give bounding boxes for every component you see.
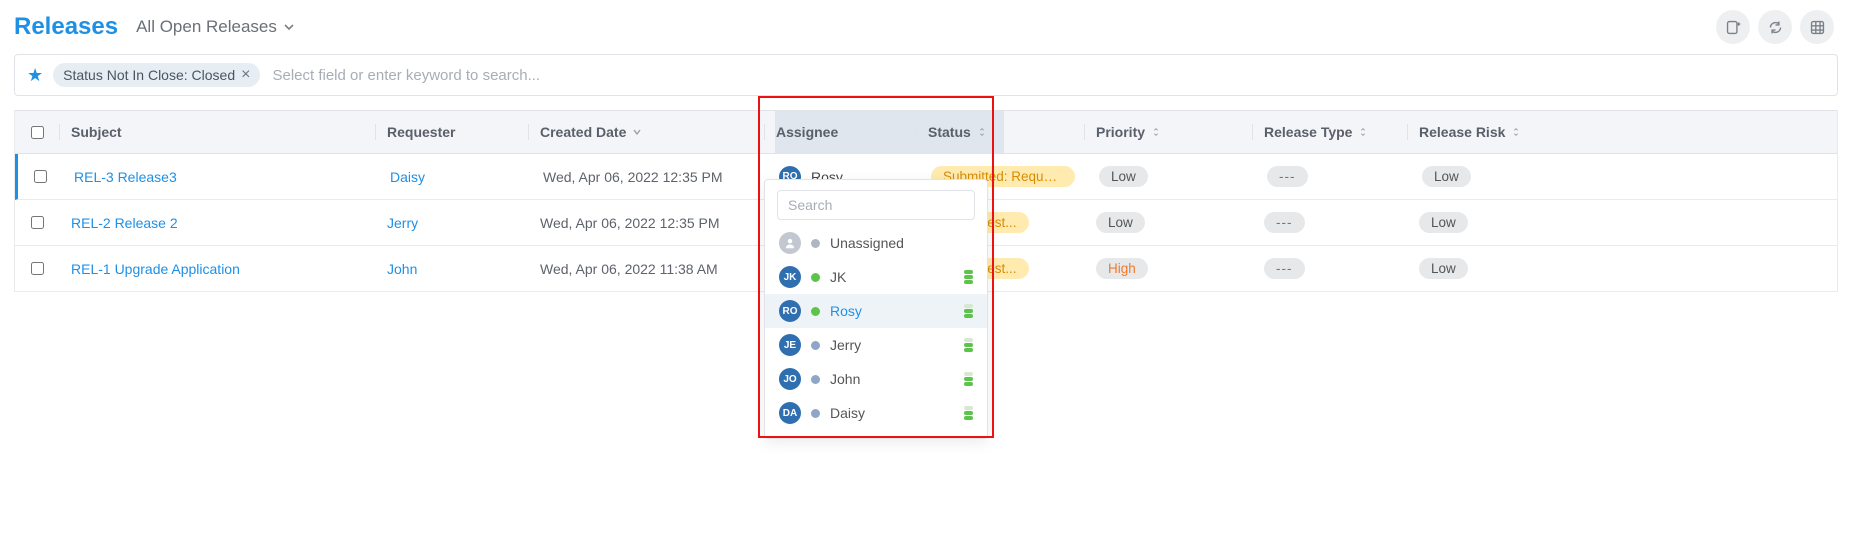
chevron-down-icon [283, 21, 295, 33]
release-type-badge: --- [1264, 212, 1305, 233]
release-type-badge: --- [1267, 166, 1308, 187]
select-all-header[interactable] [15, 122, 59, 143]
presence-dot [811, 307, 820, 316]
assignee-option-label: Jerry [830, 337, 954, 353]
assignee-option-label: John [830, 371, 954, 387]
favorite-star-icon[interactable]: ★ [27, 65, 43, 86]
assignee-search-input[interactable] [786, 196, 971, 214]
column-release-risk[interactable]: Release Risk [1407, 124, 1562, 140]
column-created[interactable]: Created Date [528, 124, 764, 140]
row-checkbox[interactable] [31, 261, 44, 276]
row-checkbox[interactable] [34, 169, 47, 184]
priority-badge: High [1096, 258, 1148, 279]
release-risk-badge: Low [1419, 212, 1468, 233]
requester-link[interactable]: John [387, 261, 417, 277]
table-header: Subject Requester Created Date Assignee … [15, 110, 1837, 154]
subject-link[interactable]: REL-1 Upgrade Application [71, 261, 240, 277]
workload-icon [964, 270, 973, 284]
avatar-unassigned-icon [779, 232, 801, 254]
grid-view-button[interactable] [1800, 10, 1834, 44]
presence-dot [811, 273, 820, 282]
release-type-badge: --- [1264, 258, 1305, 279]
release-risk-badge: Low [1422, 166, 1471, 187]
sort-icon [977, 127, 987, 137]
workload-icon [964, 338, 973, 352]
assignee-option-label: Daisy [830, 405, 954, 421]
column-requester[interactable]: Requester [375, 124, 528, 140]
created-date: Wed, Apr 06, 2022 12:35 PM [543, 169, 723, 185]
refresh-button[interactable] [1758, 10, 1792, 44]
filter-chip[interactable]: Status Not In Close: Closed × [53, 63, 260, 87]
requester-link[interactable]: Jerry [387, 215, 418, 231]
assignee-option-unassigned[interactable]: Unassigned [765, 226, 987, 260]
presence-dot [811, 239, 820, 248]
view-dropdown[interactable]: All Open Releases [136, 17, 295, 37]
sort-icon [1358, 127, 1368, 137]
column-subject[interactable]: Subject [59, 124, 375, 140]
sort-icon [1151, 127, 1161, 137]
column-status[interactable]: Status [916, 124, 1084, 140]
assignee-option-label: Rosy [830, 303, 954, 319]
priority-badge: Low [1099, 166, 1148, 187]
avatar: JK [779, 266, 801, 288]
release-risk-badge: Low [1419, 258, 1468, 279]
assignee-option-label: Unassigned [830, 235, 973, 251]
assignee-search[interactable] [777, 190, 975, 220]
assignee-option-label: JK [830, 269, 954, 285]
avatar: JO [779, 368, 801, 390]
created-date: Wed, Apr 06, 2022 12:35 PM [540, 215, 720, 231]
page-header: Releases All Open Releases [14, 10, 1838, 44]
column-release-type[interactable]: Release Type [1252, 124, 1407, 140]
sort-desc-icon [632, 127, 642, 137]
column-priority[interactable]: Priority [1084, 124, 1252, 140]
column-assignee[interactable]: Assignee [764, 124, 916, 140]
assignee-option[interactable]: JK JK [765, 260, 987, 294]
search-input[interactable] [270, 66, 1825, 85]
avatar: JE [779, 334, 801, 356]
presence-dot [811, 341, 820, 350]
avatar: RO [779, 300, 801, 322]
presence-dot [811, 375, 820, 384]
presence-dot [811, 409, 820, 418]
new-release-button[interactable] [1716, 10, 1750, 44]
workload-icon [964, 372, 973, 386]
assignee-option[interactable]: JE Jerry [765, 328, 987, 362]
subject-link[interactable]: REL-2 Release 2 [71, 215, 178, 231]
row-checkbox[interactable] [31, 215, 44, 230]
filter-chip-remove-icon[interactable]: × [241, 67, 250, 83]
filter-bar: ★ Status Not In Close: Closed × [14, 54, 1838, 96]
workload-icon [964, 304, 973, 318]
priority-badge: Low [1096, 212, 1145, 233]
filter-chip-label: Status Not In Close: Closed [63, 67, 235, 83]
subject-link[interactable]: REL-3 Release3 [74, 169, 177, 185]
created-date: Wed, Apr 06, 2022 11:38 AM [540, 261, 718, 277]
page-title: Releases [14, 13, 118, 41]
assignee-dropdown: Unassigned JK JK RO Rosy JE Jerry JO Joh… [764, 179, 988, 439]
requester-link[interactable]: Daisy [390, 169, 425, 185]
view-name: All Open Releases [136, 17, 277, 37]
avatar: DA [779, 402, 801, 424]
assignee-option[interactable]: JO John [765, 362, 987, 396]
assignee-option[interactable]: DA Daisy [765, 396, 987, 430]
select-all-checkbox[interactable] [31, 125, 44, 140]
top-actions [1716, 10, 1834, 44]
assignee-option-selected[interactable]: RO Rosy [765, 294, 987, 328]
workload-icon [964, 406, 973, 420]
sort-icon [1511, 127, 1521, 137]
